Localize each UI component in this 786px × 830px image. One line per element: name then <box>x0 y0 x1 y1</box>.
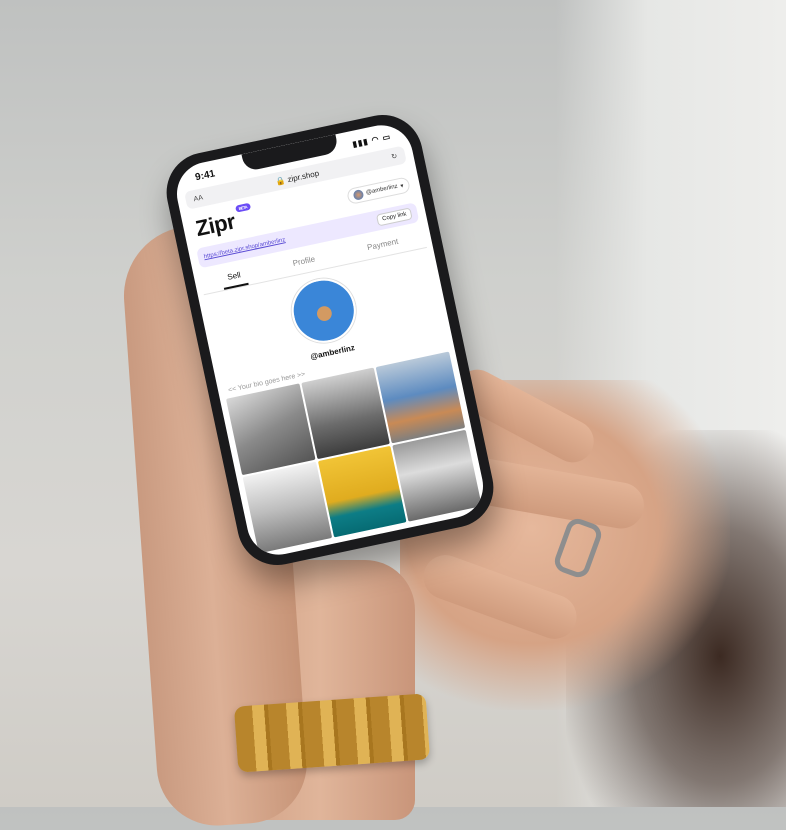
status-time: 9:41 <box>194 167 216 183</box>
user-menu-name: @amberlinz <box>365 183 399 197</box>
chevron-down-icon: ▾ <box>399 182 405 190</box>
signal-wifi-battery-icon: ▮▮▮ ◠ ▭ <box>351 131 392 149</box>
grid-photo[interactable] <box>225 383 316 476</box>
lock-icon: 🔒 <box>274 175 287 187</box>
grid-photo[interactable] <box>375 351 466 444</box>
text-size-button[interactable]: AA <box>193 194 204 203</box>
grid-photo[interactable] <box>300 367 391 460</box>
grid-photo[interactable] <box>317 445 407 538</box>
user-menu[interactable]: @amberlinz ▾ <box>345 176 411 206</box>
grid-photo[interactable] <box>392 429 482 522</box>
reload-icon[interactable]: ↻ <box>391 152 398 161</box>
gold-watch <box>233 693 431 773</box>
copy-link-button[interactable]: Copy link <box>376 207 413 227</box>
profile-avatar[interactable] <box>285 272 362 349</box>
beta-badge: BETA <box>234 202 251 213</box>
zipr-logo[interactable]: Zipr BETA <box>193 202 251 242</box>
grid-photo[interactable] <box>242 461 332 554</box>
user-avatar <box>352 189 365 201</box>
